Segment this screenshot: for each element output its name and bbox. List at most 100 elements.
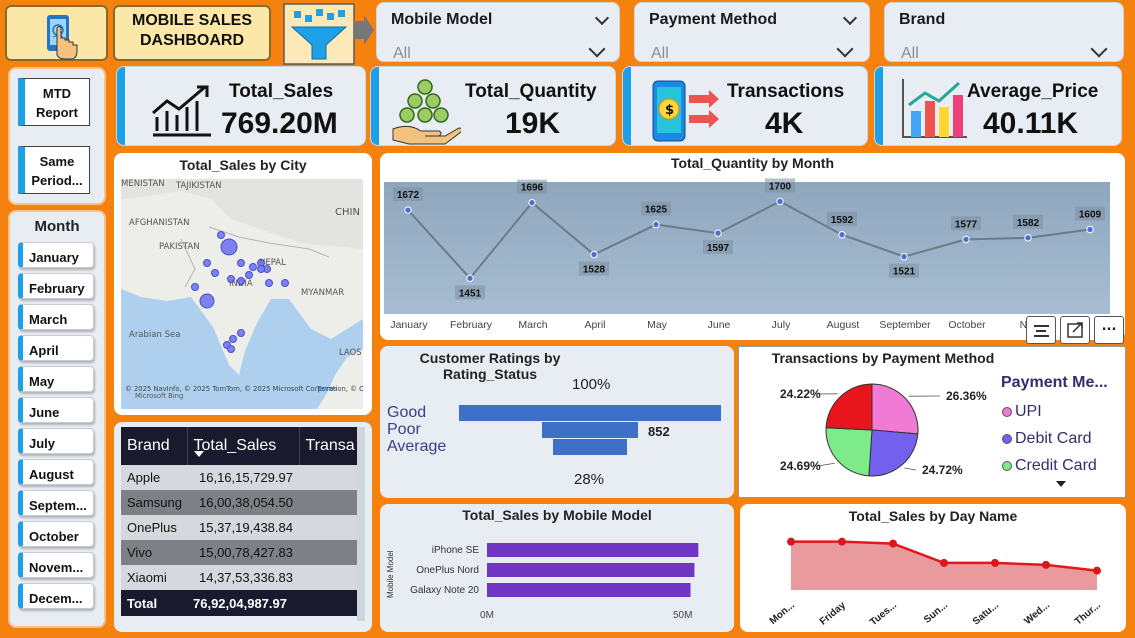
chevron-down-icon[interactable] [594,10,610,26]
filter-panel-button[interactable] [282,3,374,65]
model-bar[interactable] [487,543,699,557]
mobile-model-slicer[interactable]: Mobile Model All [376,2,620,62]
line-point[interactable] [962,235,970,244]
model-bar[interactable] [487,583,691,597]
pie-chart-svg[interactable]: 26.36% 24.72% 24.69% 24.22% [760,372,1000,482]
city-bubble[interactable] [229,335,237,343]
line-point[interactable] [466,274,474,282]
model-bar-svg[interactable]: Mobile Model iPhone SE OnePlus Nord Galaxy … [384,530,730,626]
city-bubble[interactable] [237,259,245,267]
city-bubble[interactable] [265,279,273,287]
area-point[interactable] [1042,560,1050,569]
table-row[interactable]: Vivo 15,00,78,427.83 [121,540,357,565]
line-point[interactable] [714,229,722,237]
table-row[interactable]: Xiaomi 14,37,53,336.83 [121,565,357,590]
city-bubble[interactable] [217,231,225,239]
city-bubble[interactable] [237,277,245,285]
pie-slice[interactable] [825,383,873,431]
line-point[interactable] [404,206,412,214]
column-header-brand[interactable]: Brand [121,427,188,465]
city-bubble[interactable] [191,283,199,291]
line-chart-svg[interactable]: 1672 1451 1696 1528 1625 1597 1700 1592 1521 1577… [384,174,1120,336]
table-row[interactable]: OnePlus 15,37,19,438.84 [121,515,357,540]
month-item-9[interactable]: October [18,521,94,547]
ratings-top-label: 100% [572,376,611,393]
month-item-7[interactable]: August [18,459,94,485]
area-point[interactable] [940,558,948,567]
phone-icon-tile[interactable] [5,5,108,61]
area-point[interactable] [991,558,999,567]
funnel-bar-good[interactable] [459,405,721,421]
funnel-bar-poor[interactable] [542,422,638,438]
focus-mode-button[interactable] [1060,316,1090,344]
table-vertical-scrollbar[interactable] [357,427,365,621]
line-point[interactable] [900,252,908,261]
month-item-0[interactable]: January [18,242,94,268]
filter-icon [1034,325,1049,337]
month-item-5[interactable]: June [18,397,94,423]
chevron-down-icon[interactable] [1090,40,1108,58]
brand-slicer-value[interactable]: All [901,45,919,63]
line-point[interactable] [1086,225,1094,234]
city-bubble[interactable] [257,265,265,273]
visual-filter-button[interactable] [1026,316,1056,344]
map-label-china: CHIN [335,207,360,218]
city-sales-map[interactable]: MENISTAN TAJIKISTAN AFGHANISTAN PAKISTAN… [121,179,363,409]
column-header-transactions[interactable]: Transa [299,427,357,465]
mobile-model-slicer-value[interactable]: All [393,45,411,63]
area-point[interactable] [1093,566,1101,575]
same-period-button[interactable]: Same Period... [18,146,90,194]
area-point[interactable] [838,537,846,546]
bar-chart-icon [902,79,967,138]
city-bubble[interactable] [211,269,219,277]
month-item-4[interactable]: May [18,366,94,392]
brand-slicer[interactable]: Brand All [884,2,1124,62]
day-area-svg[interactable]: Mon... Friday Tues... Sun... Satu... Wed... Th… [746,528,1122,628]
line-point[interactable] [1024,234,1032,242]
legend-item[interactable]: Debit Card [1002,425,1097,452]
line-point[interactable] [652,220,660,229]
city-bubble[interactable] [227,275,235,283]
month-item-8[interactable]: Septem... [18,490,94,516]
city-bubble[interactable] [249,263,257,271]
city-bubble[interactable] [203,259,211,267]
month-item-10[interactable]: Novem... [18,552,94,578]
line-point[interactable] [590,250,598,259]
payment-method-slicer[interactable]: Payment Method All [634,2,870,62]
table-row[interactable]: Samsung 16,00,38,054.50 [121,490,357,515]
month-item-1[interactable]: February [18,273,94,299]
pie-label: 24.69% [780,459,821,473]
chevron-down-icon[interactable] [836,40,854,58]
city-bubble[interactable] [220,238,238,256]
area-point[interactable] [889,539,897,548]
x-tick-label: July [772,319,791,331]
table-row[interactable]: Apple 16,16,15,729.97 [121,465,357,490]
pie-slice[interactable] [871,383,919,435]
column-header-total-sales[interactable]: Total_Sales [187,427,300,465]
city-bubble[interactable] [237,329,245,337]
area-point[interactable] [787,537,795,546]
chevron-down-icon[interactable] [842,10,858,26]
mtd-report-button[interactable]: MTD Report [18,78,90,126]
payment-method-slicer-value[interactable]: All [651,45,669,63]
legend-item[interactable]: UPI [1002,398,1097,425]
month-item-11[interactable]: Decem... [18,583,94,609]
funnel-bar-average[interactable] [553,439,627,455]
city-bubble[interactable] [281,279,289,287]
more-options-button[interactable]: ... [1094,316,1124,344]
legend-item[interactable]: Credit Card [1002,452,1097,479]
pie-slice[interactable] [825,427,873,477]
model-bar[interactable] [487,563,695,577]
line-point[interactable] [838,231,846,239]
legend-scroll-down-icon[interactable] [1056,481,1066,487]
city-bubble[interactable] [199,293,215,309]
chevron-down-icon[interactable] [588,40,606,58]
month-item-3[interactable]: April [18,335,94,361]
line-point[interactable] [776,197,784,206]
month-item-2[interactable]: March [18,304,94,330]
city-bubble[interactable] [245,271,253,279]
map-terms-link[interactable]: Terms [316,385,337,393]
city-bubble[interactable] [227,345,235,353]
line-point[interactable] [528,198,536,207]
month-item-6[interactable]: July [18,428,94,454]
